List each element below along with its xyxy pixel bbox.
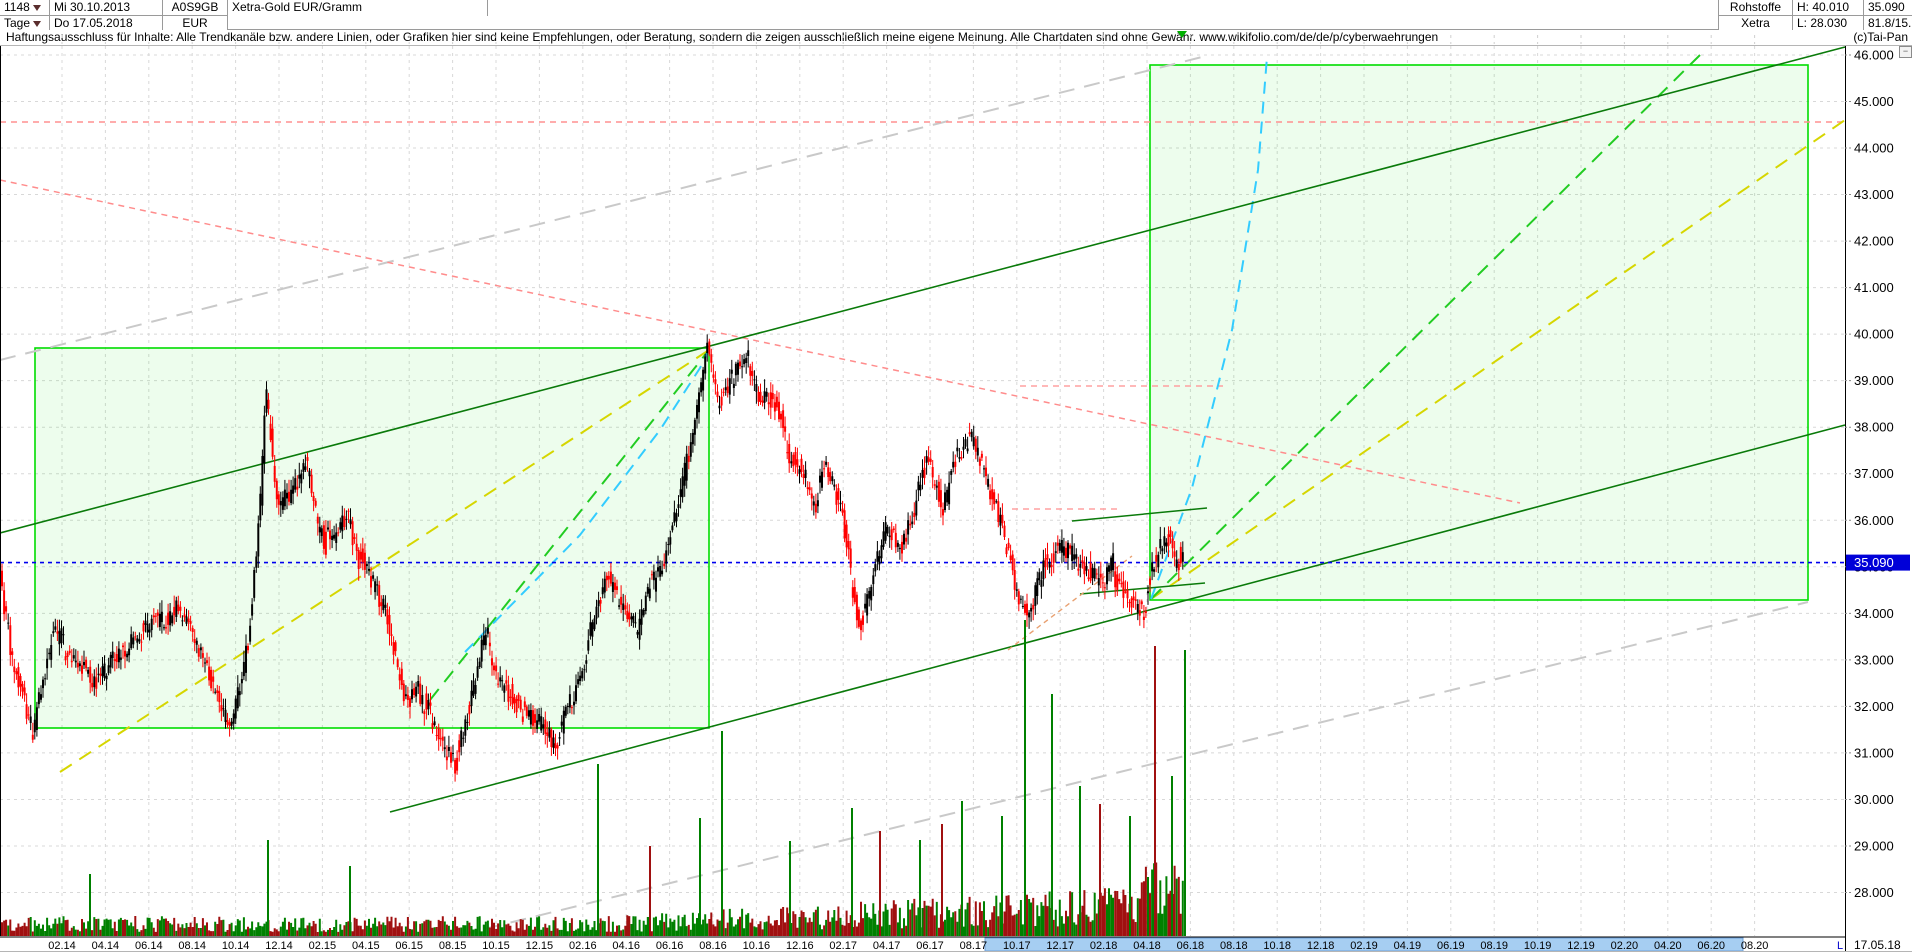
date-tick-label: 12.16	[786, 940, 814, 952]
price-tick-label: 45.000	[1854, 94, 1894, 109]
date-tick-label: 02.17	[829, 940, 857, 952]
volume-spike	[699, 818, 701, 936]
gray-trend-up-long	[0, 55, 1210, 360]
date-tick-label: 04.15	[352, 940, 380, 952]
volume-spike	[919, 840, 921, 936]
price-tick-label: 42.000	[1854, 234, 1894, 249]
volume-spike	[1099, 804, 1101, 936]
date-tick-label: 12.18	[1307, 940, 1335, 952]
date-tick-label: 02.15	[309, 940, 337, 952]
price-tick-label: 29.000	[1854, 838, 1894, 853]
date-tick-label: 04.17	[873, 940, 901, 952]
date-tick-label: 12.15	[526, 940, 554, 952]
date-tick-label: 08.15	[439, 940, 467, 952]
price-tick-label: 34.000	[1854, 606, 1894, 621]
date-tick-label: 02.16	[569, 940, 597, 952]
price-tick-label: 43.000	[1854, 187, 1894, 202]
volume-spike	[1129, 816, 1131, 936]
date-tick-label: 06.18	[1177, 940, 1205, 952]
date-tick-label: 08.16	[699, 940, 727, 952]
date-tick-label: 04.14	[92, 940, 120, 952]
date-tick-label: 10.14	[222, 940, 250, 952]
price-tick-label: 37.000	[1854, 466, 1894, 481]
date-tick-label: 02.14	[48, 940, 76, 952]
date-tick-label: 06.19	[1437, 940, 1465, 952]
volume-spike	[1154, 646, 1156, 936]
taipan-chart-window: { "header": { "bars_count": "1148", "per…	[0, 0, 1912, 952]
date-tick-label: 08.18	[1220, 940, 1248, 952]
volume-spike	[941, 824, 943, 936]
date-tick-label: 10.15	[482, 940, 510, 952]
date-tick-label: 12.14	[265, 940, 293, 952]
date-tick-label: 12.17	[1046, 940, 1074, 952]
price-tick-label: 40.000	[1854, 327, 1894, 342]
price-tick-label: 36.000	[1854, 513, 1894, 528]
price-tick-label: 31.000	[1854, 745, 1894, 760]
volume-spike	[649, 846, 651, 936]
volume-spike	[597, 764, 599, 936]
volume-spike	[1079, 786, 1081, 936]
date-tick-label: 06.15	[395, 940, 423, 952]
date-tick-label: 10.16	[743, 940, 771, 952]
projection-box-2018-2020	[1150, 65, 1808, 600]
price-tick-label: 32.000	[1854, 699, 1894, 714]
date-tick-label: 04.18	[1133, 940, 1161, 952]
date-tick-label: 06.20	[1697, 940, 1725, 952]
date-tick-label: 08.20	[1741, 940, 1769, 952]
volume-spike	[1171, 776, 1173, 936]
volume-spike	[1001, 816, 1003, 936]
price-marker-value: 35.090	[1854, 555, 1894, 570]
price-axis: 46.000 45.000 44.000 43.000 42.000 41.000 40.0…	[1845, 47, 1910, 900]
last-date-label: 17.05.18	[1854, 938, 1901, 952]
date-tick-label: 08.17	[960, 940, 988, 952]
volume-spike	[1051, 694, 1053, 936]
date-tick-label: 08.19	[1480, 940, 1508, 952]
volume-spike	[267, 840, 269, 936]
volume-spike	[89, 874, 91, 936]
volume-spike	[349, 866, 351, 936]
price-tick-label: 46.000	[1854, 47, 1894, 62]
volume-spike	[851, 808, 853, 936]
volume-down	[0, 863, 1182, 937]
date-tick-label: 12.19	[1567, 940, 1595, 952]
volume-spike	[721, 731, 723, 936]
date-tick-label: 04.20	[1654, 940, 1682, 952]
date-tick-label: 10.17	[1003, 940, 1031, 952]
date-tick-label: 06.14	[135, 940, 163, 952]
date-tick-label: 02.18	[1090, 940, 1118, 952]
volume-spike	[1024, 620, 1026, 936]
date-tick-label: 02.20	[1611, 940, 1639, 952]
date-tick-label: 06.16	[656, 940, 684, 952]
price-tick-label: 38.000	[1854, 420, 1894, 435]
date-tick-label: 08.14	[178, 940, 206, 952]
volume-spike	[1184, 650, 1186, 936]
date-tick-label: 04.16	[612, 940, 640, 952]
chart-plot-area[interactable]: 46.000 45.000 44.000 43.000 42.000 41.000 40.0…	[0, 0, 1912, 952]
price-tick-label: 30.000	[1854, 792, 1894, 807]
volume-spike	[879, 831, 881, 936]
volume-spike	[789, 841, 791, 936]
price-tick-label: 44.000	[1854, 141, 1894, 156]
date-tick-label: 04.19	[1394, 940, 1422, 952]
price-tick-label: 41.000	[1854, 280, 1894, 295]
price-tick-label: 33.000	[1854, 652, 1894, 667]
price-tick-label: 39.000	[1854, 373, 1894, 388]
date-axis: 02.14 04.14 06.14 08.14 10.14 12.14 02.15 04.15…	[0, 938, 1912, 952]
date-tick-label: 02.19	[1350, 940, 1378, 952]
scale-letter: L	[1837, 940, 1843, 952]
price-tick-label: 28.000	[1854, 885, 1894, 900]
date-tick-label: 10.19	[1524, 940, 1552, 952]
date-tick-label: 10.18	[1263, 940, 1291, 952]
projection-boxes	[35, 65, 1808, 728]
date-tick-label: 06.17	[916, 940, 944, 952]
volume-spike	[961, 801, 963, 936]
projection-box-2014-2016	[35, 348, 709, 728]
